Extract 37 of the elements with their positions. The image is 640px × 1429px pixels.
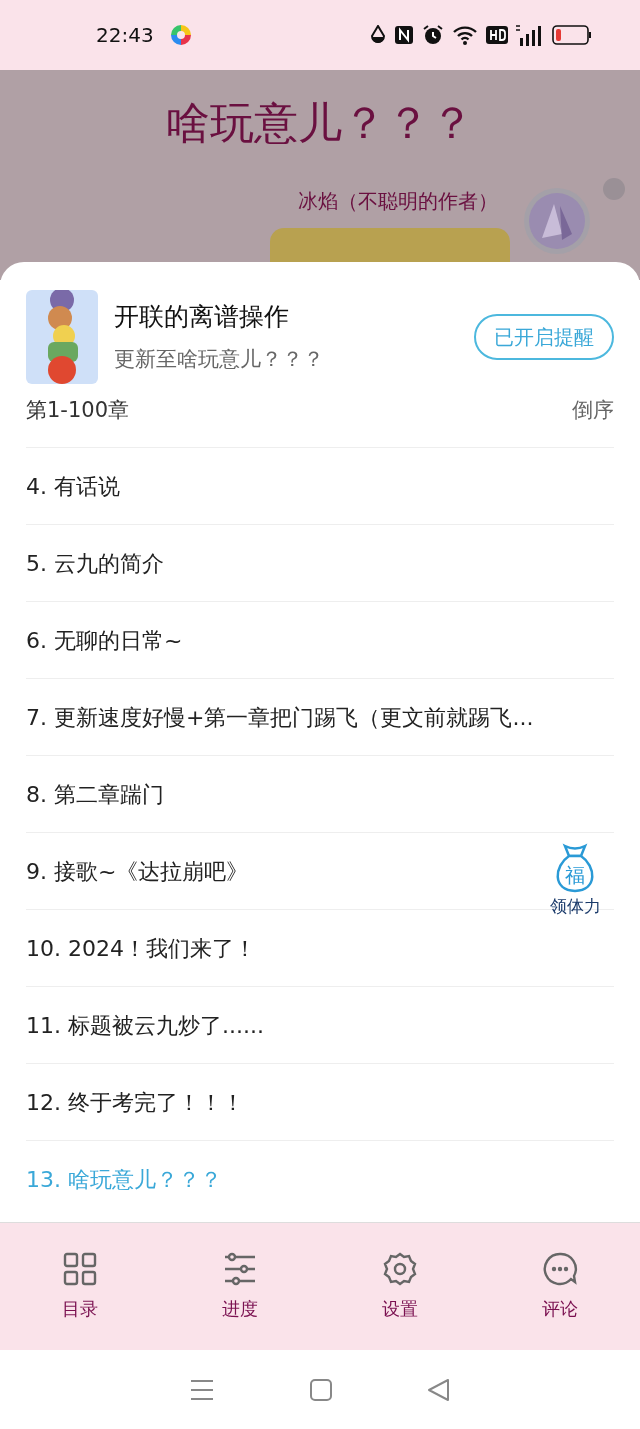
update-status: 更新至啥玩意儿？？？ — [114, 345, 324, 373]
alarm-icon — [422, 24, 444, 46]
chapter-item[interactable]: 6. 无聊的日常~ — [26, 623, 183, 657]
chapter-range[interactable]: 第1-100章 — [26, 395, 130, 427]
app-logo-icon — [169, 24, 192, 46]
nfc-icon — [394, 25, 414, 45]
reward-label[interactable]: 领体力 — [520, 894, 630, 920]
wifi-icon — [452, 25, 478, 45]
hd-icon — [486, 26, 508, 44]
chapter-item[interactable]: 12. 终于考完了！！！ — [26, 1085, 244, 1119]
status-time: 22:43 — [96, 22, 154, 49]
chapter-item[interactable]: 5. 云九的简介 — [26, 546, 164, 580]
chapter-item[interactable]: 8. 第二章踹门 — [26, 777, 164, 811]
chapter-item[interactable]: 10. 2024！我们来了！ — [26, 931, 256, 965]
chapter-item[interactable]: 4. 有话说 — [26, 469, 120, 503]
grid-icon — [62, 1251, 98, 1287]
sort-button[interactable]: 倒序 — [572, 395, 614, 427]
settings-icon — [382, 1251, 418, 1287]
nav-tab[interactable]: 评论 — [536, 1250, 584, 1323]
menu-icon[interactable] — [190, 1378, 214, 1401]
signal-icon — [516, 24, 544, 46]
home-icon[interactable] — [310, 1378, 332, 1401]
chapter-item[interactable]: 11. 标题被云九炒了...... — [26, 1008, 264, 1042]
sliders-icon — [222, 1251, 258, 1287]
chapter-title: 啥玩意儿？？？ — [165, 96, 475, 150]
drop-icon — [370, 25, 386, 45]
nav-tab[interactable]: 目录 — [56, 1250, 104, 1323]
back-icon[interactable] — [428, 1378, 450, 1401]
chapter-item[interactable]: 7. 更新速度好慢+第一章把门踢飞（更文前就踢飞... — [26, 700, 534, 734]
book-title: 开联的离谱操作 — [114, 301, 290, 333]
chapter-item[interactable]: 9. 接歌~《达拉崩吧》 — [26, 854, 249, 888]
comment-icon — [542, 1251, 578, 1287]
speaker-name: 冰焰（不聪明的作者） — [298, 188, 498, 215]
battery-icon — [552, 25, 592, 45]
avatar — [524, 188, 590, 254]
nav-tab[interactable]: 进度 — [216, 1250, 264, 1323]
nav-tab[interactable]: 设置 — [376, 1250, 424, 1323]
